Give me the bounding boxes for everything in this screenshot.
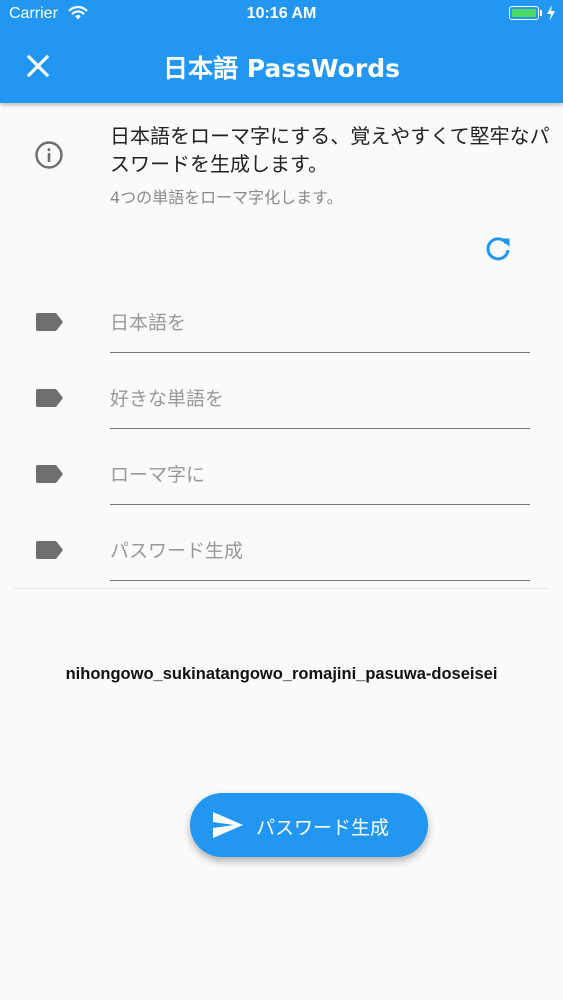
word-input-1[interactable] — [110, 293, 530, 353]
battery-icon — [509, 6, 539, 20]
app-bar: Carrier 10:16 AM 日本語 PassWords — [0, 0, 563, 103]
info-icon — [35, 141, 63, 169]
close-icon — [26, 54, 50, 78]
word-field-1 — [0, 293, 563, 369]
description-text: 日本語をローマ字にする、覚えやすくて堅牢なパスワードを生成します。 — [110, 124, 550, 176]
close-button[interactable] — [22, 50, 54, 82]
generated-password: nihongowo_sukinatangowo_romajini_pasuwa-… — [65, 665, 498, 683]
page-title: 日本語 PassWords — [163, 54, 400, 83]
label-tag-icon — [36, 313, 63, 331]
refresh-button[interactable] — [482, 233, 514, 265]
refresh-icon — [486, 237, 510, 261]
label-tag-icon — [36, 389, 63, 407]
clock: 10:16 AM — [246, 5, 317, 22]
description-subtext: 4つの単語をローマ字化します。 — [110, 188, 343, 207]
label-tag-icon — [36, 541, 63, 559]
word-input-2[interactable] — [110, 369, 530, 429]
send-icon — [213, 812, 243, 838]
generate-password-button[interactable]: パスワード生成 — [190, 793, 428, 857]
label-tag-icon — [36, 465, 63, 483]
divider — [14, 588, 549, 589]
status-bar: Carrier 10:16 AM — [0, 0, 563, 30]
word-field-4 — [0, 521, 563, 597]
word-input-3[interactable] — [110, 445, 530, 505]
word-field-3 — [0, 445, 563, 521]
generate-password-label: パスワード生成 — [256, 817, 390, 839]
word-input-4[interactable] — [110, 521, 530, 581]
battery-tip — [540, 10, 542, 16]
charging-icon — [547, 5, 555, 21]
word-field-2 — [0, 369, 563, 445]
